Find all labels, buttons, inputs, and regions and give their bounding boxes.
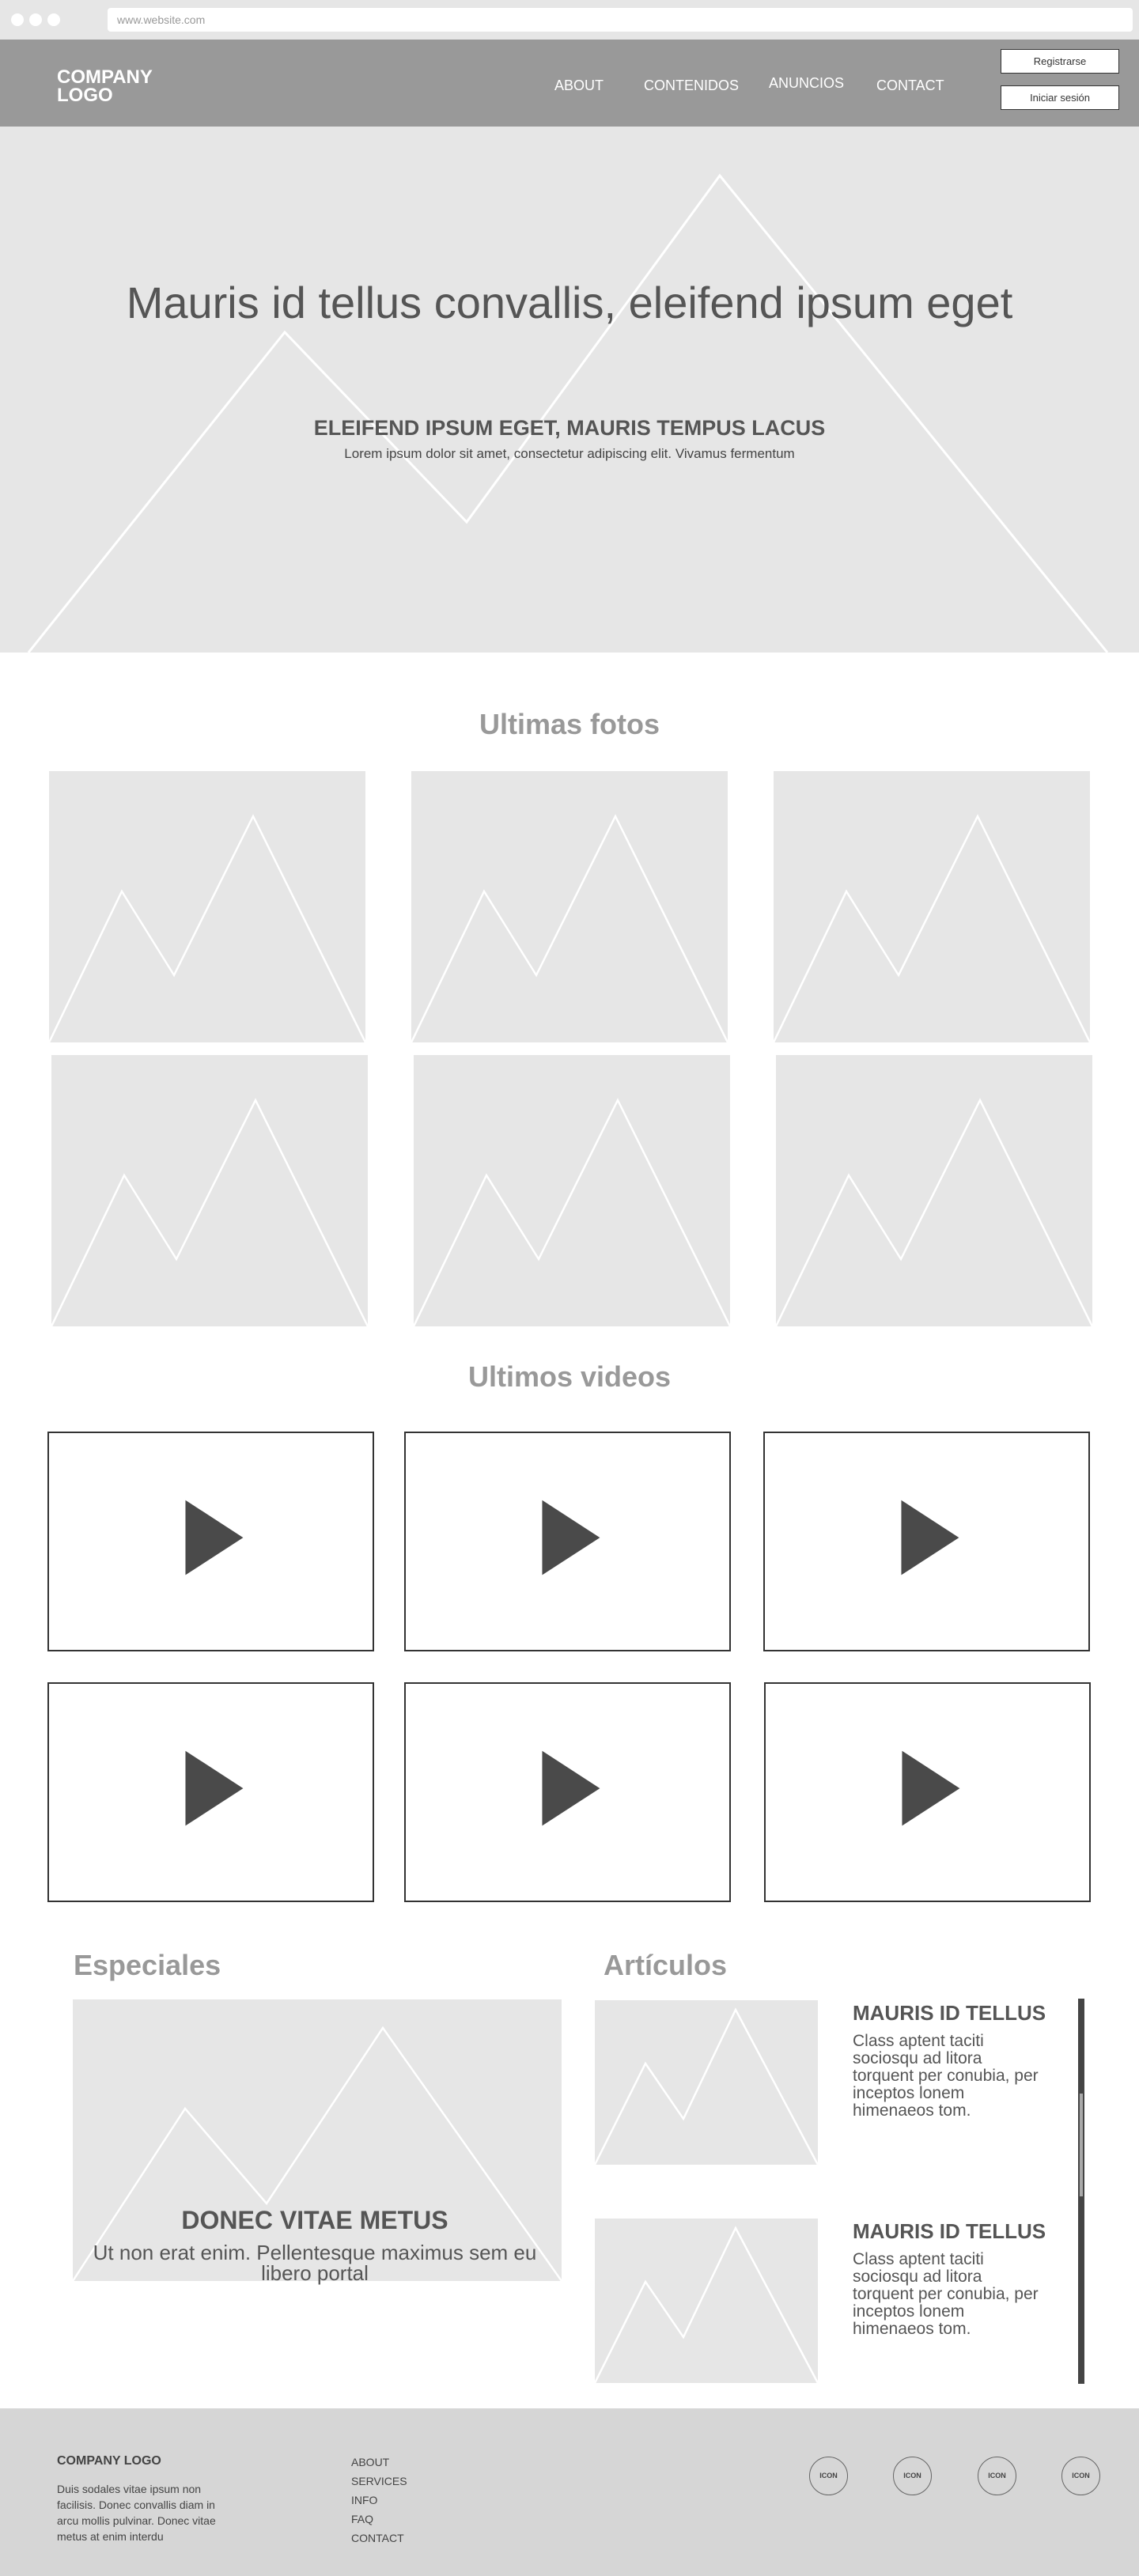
site-header: COMPANY LOGO ABOUT CONTENIDOS ANUNCIOS C… [0, 40, 1139, 127]
especiales-image[interactable] [73, 1999, 562, 2281]
photo-thumbnail[interactable] [774, 771, 1090, 1042]
videos-section-title: Ultimos videos [467, 1360, 672, 1393]
video-thumbnail[interactable] [47, 1682, 374, 1902]
article-image[interactable] [595, 2219, 818, 2383]
footer-text: Duis sodales vitae ipsum non facilisis. … [57, 2483, 216, 2543]
site-footer: COMPANY LOGO Duis sodales vitae ipsum no… [0, 2408, 1139, 2576]
hero-mountain-placeholder [27, 173, 1109, 653]
article-title[interactable]: MAURIS ID TELLUS [853, 2219, 1046, 2244]
play-icon [542, 1500, 600, 1575]
especiales-card-title[interactable]: DONEC VITAE METUS [73, 2206, 557, 2235]
window-close-dot[interactable] [11, 13, 24, 26]
nav-contact[interactable]: CONTACT [876, 78, 944, 94]
article-image[interactable] [595, 2000, 818, 2165]
nav-contenidos[interactable]: CONTENIDOS [644, 78, 739, 94]
login-button[interactable]: Iniciar sesión [1001, 85, 1119, 110]
social-icon[interactable]: ICON [893, 2457, 932, 2495]
video-thumbnail[interactable] [404, 1432, 731, 1651]
window-minimize-dot[interactable] [29, 13, 42, 26]
window-maximize-dot[interactable] [47, 13, 60, 26]
hero-description: Lorem ipsum dolor sit amet, consectetur … [344, 446, 795, 461]
address-bar[interactable]: www.website.com [108, 8, 1133, 32]
article-title[interactable]: MAURIS ID TELLUS [853, 2001, 1046, 2026]
photo-thumbnail[interactable] [414, 1055, 730, 1326]
hero-banner: Mauris id tellus convallis, eleifend ips… [0, 127, 1139, 653]
nav-anuncios[interactable]: ANUNCIOS [769, 75, 844, 92]
articles-scrollbar[interactable] [1078, 1999, 1084, 2384]
article-description: Class aptent taciti sociosqu ad litora t… [853, 2032, 1039, 2120]
play-icon [902, 1750, 960, 1826]
video-thumbnail[interactable] [764, 1682, 1091, 1902]
social-icon[interactable]: ICON [1061, 2457, 1100, 2495]
photo-thumbnail[interactable] [51, 1055, 368, 1326]
footer-link-about[interactable]: ABOUT [351, 2456, 389, 2468]
video-thumbnail[interactable] [47, 1432, 374, 1651]
photo-thumbnail[interactable] [411, 771, 728, 1042]
photo-thumbnail[interactable] [776, 1055, 1092, 1326]
footer-link-services[interactable]: SERVICES [351, 2475, 407, 2487]
browser-chrome: www.website.com [0, 0, 1139, 40]
company-logo[interactable]: COMPANY LOGO [57, 68, 184, 105]
articulos-title: Artículos [604, 1949, 728, 1981]
footer-link-info[interactable]: INFO [351, 2494, 377, 2506]
video-thumbnail[interactable] [404, 1682, 731, 1902]
register-button[interactable]: Registrarse [1001, 49, 1119, 74]
photo-thumbnail[interactable] [49, 771, 365, 1042]
footer-link-faq[interactable]: FAQ [351, 2513, 373, 2525]
footer-logo[interactable]: COMPANY LOGO [57, 2454, 161, 2468]
especiales-title: Especiales [74, 1949, 221, 1981]
play-icon [185, 1500, 244, 1575]
footer-link-contact[interactable]: CONTACT [351, 2532, 404, 2544]
especiales-card-description: Ut non erat enim. Pellentesque maximus s… [93, 2241, 537, 2285]
photos-section-title: Ultimas fotos [479, 708, 660, 740]
article-description: Class aptent taciti sociosqu ad litora t… [853, 2250, 1039, 2338]
play-icon [901, 1500, 959, 1575]
nav-about[interactable]: ABOUT [554, 78, 604, 94]
social-icon[interactable]: ICON [809, 2457, 848, 2495]
articles-scrollbar-thumb[interactable] [1080, 2094, 1083, 2196]
video-thumbnail[interactable] [763, 1432, 1090, 1651]
play-icon [185, 1750, 244, 1826]
play-icon [542, 1750, 600, 1826]
hero-title: Mauris id tellus convallis, eleifend ips… [126, 278, 1013, 327]
hero-subtitle: ELEIFEND IPSUM EGET, MAURIS TEMPUS LACUS [313, 416, 826, 440]
social-icon[interactable]: ICON [978, 2457, 1016, 2495]
